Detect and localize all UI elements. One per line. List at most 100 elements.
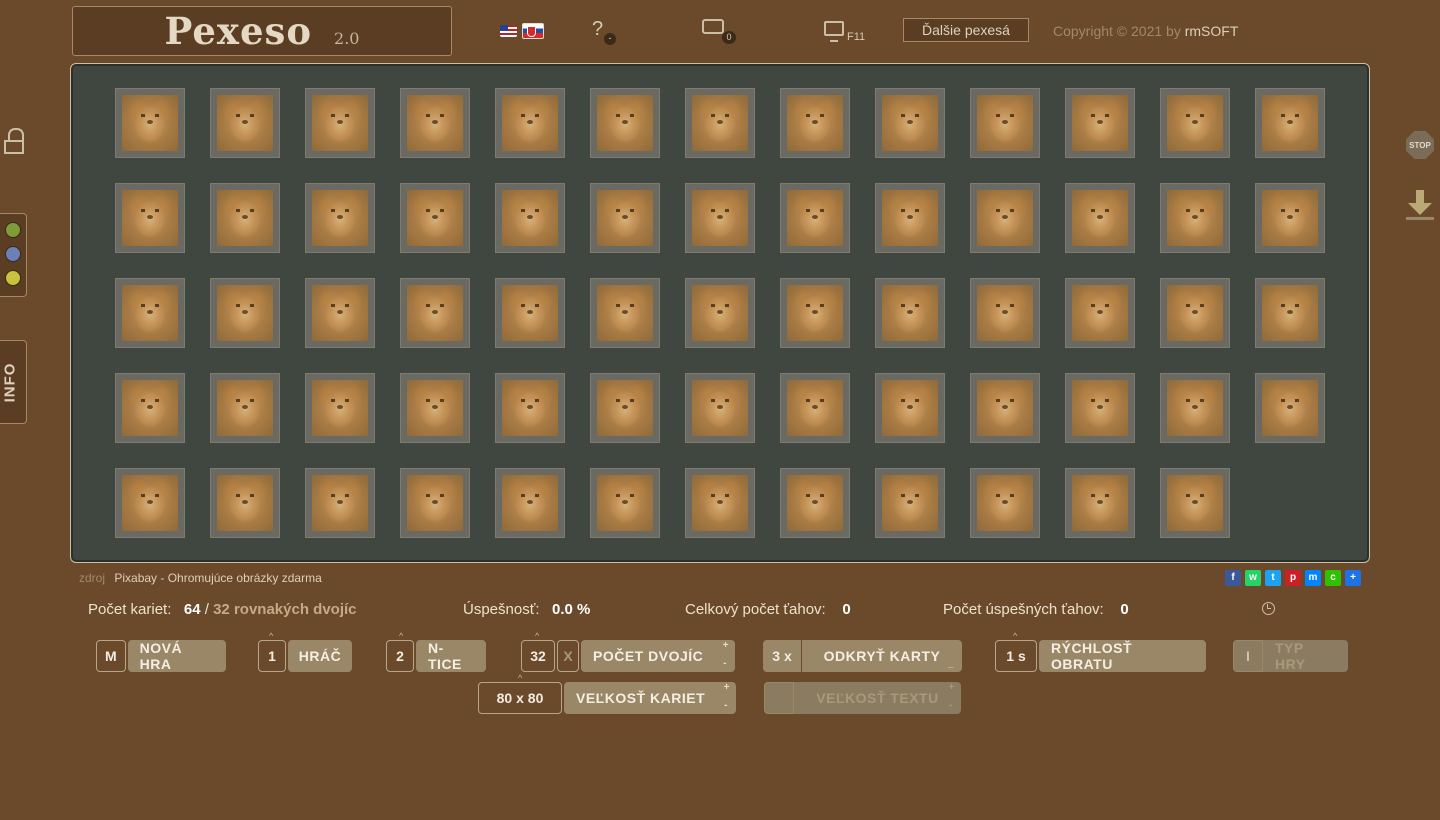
english-flag-icon[interactable]	[500, 25, 517, 37]
memory-card[interactable]	[1255, 278, 1325, 348]
memory-card[interactable]	[115, 278, 185, 348]
memory-card[interactable]	[970, 183, 1040, 253]
memory-card[interactable]	[210, 278, 280, 348]
speed-caret-icon[interactable]: ^	[1013, 631, 1017, 641]
memory-card[interactable]	[875, 88, 945, 158]
copyright-brand-link[interactable]: rmSOFT	[1185, 23, 1239, 39]
memory-card[interactable]	[495, 88, 565, 158]
memory-card[interactable]	[115, 183, 185, 253]
memory-card[interactable]	[875, 468, 945, 538]
memory-card[interactable]	[590, 278, 660, 348]
memory-card[interactable]	[1065, 183, 1135, 253]
memory-card[interactable]	[400, 278, 470, 348]
wechat-icon[interactable]: c	[1325, 570, 1341, 586]
players-value[interactable]: 1	[258, 640, 286, 672]
memory-card[interactable]	[1160, 278, 1230, 348]
memory-card[interactable]	[780, 183, 850, 253]
download-icon[interactable]	[1406, 190, 1434, 222]
memory-card[interactable]	[1160, 373, 1230, 443]
memory-card[interactable]	[210, 468, 280, 538]
memory-card[interactable]	[685, 278, 755, 348]
card-size-decrement[interactable]: -	[724, 701, 728, 711]
pairs-button[interactable]: POČET DVOJÍC + -	[581, 640, 735, 672]
memory-card[interactable]	[1255, 183, 1325, 253]
memory-card[interactable]	[875, 373, 945, 443]
reveal-button[interactable]: ODKRYŤ KARTY _	[801, 640, 962, 672]
card-size-caret-icon[interactable]: ^	[518, 673, 522, 683]
ntice-value[interactable]: 2	[386, 640, 414, 672]
speed-value[interactable]: 1 s	[995, 640, 1037, 672]
memory-card[interactable]	[780, 88, 850, 158]
memory-card[interactable]	[115, 468, 185, 538]
card-size-button[interactable]: VEĽKOSŤ KARIET + -	[564, 682, 736, 714]
new-game-button[interactable]: NOVÁ HRA	[127, 640, 226, 672]
help-icon[interactable]: ?	[592, 18, 603, 41]
memory-card[interactable]	[1065, 373, 1135, 443]
game-type-button[interactable]: TYP HRY	[1263, 640, 1348, 672]
more-games-button[interactable]: Ďalšie pexesá	[903, 18, 1029, 42]
card-size-increment[interactable]: +	[724, 683, 730, 693]
new-game-key[interactable]: M	[96, 640, 126, 672]
reveal-value[interactable]: 3 x	[763, 640, 801, 672]
theme-yellow-dot[interactable]	[5, 270, 21, 286]
memory-card[interactable]	[495, 278, 565, 348]
memory-card[interactable]	[305, 183, 375, 253]
text-size-increment[interactable]: +	[949, 683, 955, 693]
memory-card[interactable]	[780, 373, 850, 443]
text-size-button[interactable]: VEĽKOSŤ TEXTU + -	[794, 682, 961, 714]
source-link[interactable]: Pixabay - Ohromujúce obrázky zdarma	[114, 571, 321, 585]
memory-card[interactable]	[400, 88, 470, 158]
memory-card[interactable]	[1065, 88, 1135, 158]
memory-card[interactable]	[305, 278, 375, 348]
memory-card[interactable]	[685, 183, 755, 253]
memory-card[interactable]	[970, 373, 1040, 443]
memory-card[interactable]	[1065, 468, 1135, 538]
ntice-caret-icon[interactable]: ^	[399, 631, 403, 641]
memory-card[interactable]	[115, 373, 185, 443]
memory-card[interactable]	[685, 468, 755, 538]
memory-card[interactable]	[970, 88, 1040, 158]
memory-card[interactable]	[210, 183, 280, 253]
memory-card[interactable]	[685, 88, 755, 158]
info-tab[interactable]: INFO	[0, 340, 27, 424]
text-size-value[interactable]	[764, 682, 794, 714]
pairs-increment[interactable]: +	[723, 641, 729, 651]
whatsapp-icon[interactable]: w	[1245, 570, 1261, 586]
memory-card[interactable]	[305, 88, 375, 158]
timer-clock-icon[interactable]	[1262, 602, 1275, 615]
lock-icon[interactable]	[4, 128, 26, 156]
memory-card[interactable]	[590, 183, 660, 253]
facebook-icon[interactable]: f	[1225, 570, 1241, 586]
memory-card[interactable]	[305, 468, 375, 538]
pairs-count-value[interactable]: 32	[521, 640, 555, 672]
memory-card[interactable]	[780, 468, 850, 538]
reveal-decrement[interactable]: _	[948, 659, 954, 669]
pairs-clear-button[interactable]: X	[557, 640, 579, 672]
speed-button[interactable]: RÝCHLOSŤ OBRATU	[1039, 640, 1206, 672]
memory-card[interactable]	[1255, 88, 1325, 158]
memory-card[interactable]	[970, 468, 1040, 538]
stop-icon[interactable]: STOP	[1406, 131, 1434, 159]
memory-card[interactable]	[400, 373, 470, 443]
memory-card[interactable]	[400, 183, 470, 253]
memory-card[interactable]	[590, 88, 660, 158]
twitter-icon[interactable]: t	[1265, 570, 1281, 586]
slovak-flag-icon[interactable]	[522, 23, 544, 39]
memory-card[interactable]	[1065, 278, 1135, 348]
memory-card[interactable]	[1160, 183, 1230, 253]
players-caret-icon[interactable]: ^	[269, 631, 273, 641]
memory-card[interactable]	[495, 373, 565, 443]
memory-card[interactable]	[115, 88, 185, 158]
memory-card[interactable]	[875, 183, 945, 253]
text-size-decrement[interactable]: -	[949, 701, 953, 711]
memory-card[interactable]	[685, 373, 755, 443]
fullscreen-monitor-icon[interactable]	[824, 21, 844, 36]
memory-card[interactable]	[875, 278, 945, 348]
memory-card[interactable]	[1255, 373, 1325, 443]
pinterest-icon[interactable]: p	[1285, 570, 1301, 586]
memory-card[interactable]	[970, 278, 1040, 348]
ntice-button[interactable]: N-TICE	[416, 640, 486, 672]
memory-card[interactable]	[1160, 468, 1230, 538]
memory-card[interactable]	[1160, 88, 1230, 158]
card-size-value[interactable]: 80 x 80	[478, 682, 562, 714]
